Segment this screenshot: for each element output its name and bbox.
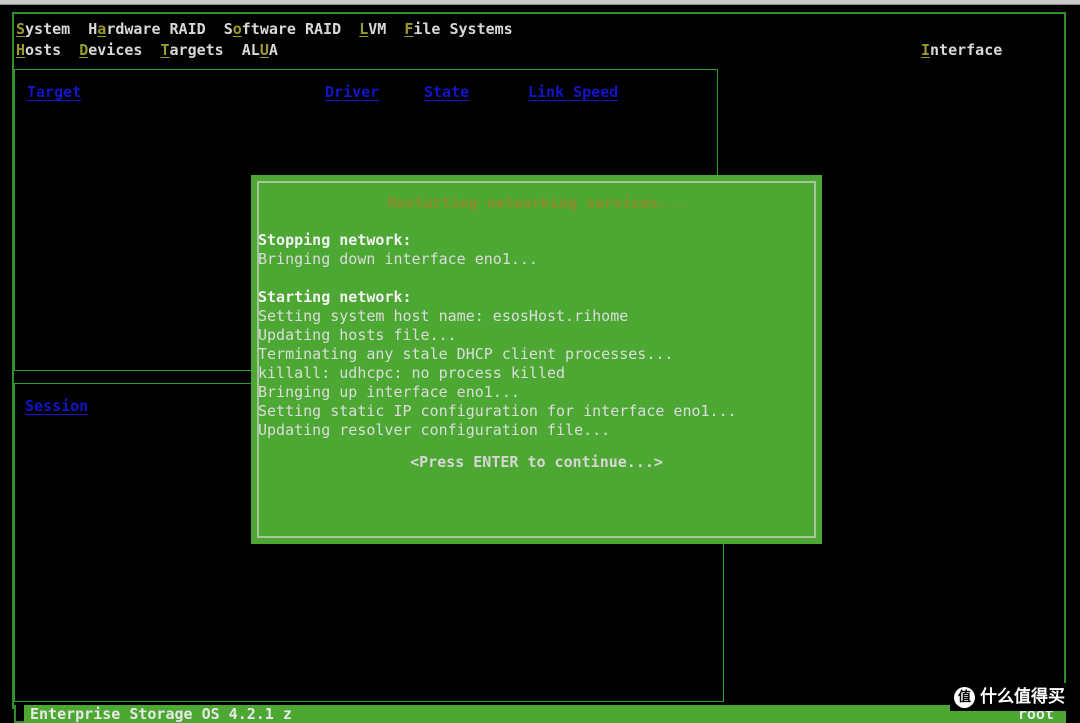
log-line: Bringing down interface eno1... (258, 250, 538, 268)
log-line: Updating resolver configuration file... (258, 421, 611, 439)
log-line: killall: udhcpc: no process killed (258, 364, 566, 382)
log-line: Stopping network: (258, 231, 412, 249)
menu-hotkey: D (79, 41, 89, 59)
menu-hotkey: L (359, 20, 369, 38)
menu-label-suffix: ile Systems (413, 20, 513, 38)
menu-label-suffix: ftware RAID (241, 20, 342, 38)
menu-hotkey: I (921, 41, 931, 59)
menu-label-suffix: evices (88, 41, 143, 59)
menu-hotkey: S (16, 20, 26, 38)
menu-item-file-systems[interactable]: File Systems (404, 19, 512, 40)
menu-item-alua[interactable]: ALUA (242, 40, 278, 61)
log-line: Bringing up interface eno1... (258, 383, 520, 401)
terminal-screen: System Hardware RAID Software RAID LVM F… (0, 5, 1080, 723)
menu-item-interface-label[interactable]: Interface (921, 40, 1002, 61)
log-line: Setting static IP configuration for inte… (258, 402, 737, 420)
log-line: Updating hosts file... (258, 326, 457, 344)
menu-row-secondary: Hosts Devices Targets ALUA (16, 40, 278, 61)
menu-label-suffix: ystem (25, 20, 71, 38)
restart-networking-dialog[interactable]: Restarting networking services... Stoppi… (251, 175, 822, 544)
log-line: Terminating any stale DHCP client proces… (258, 345, 674, 363)
menu-item-hardware-raid[interactable]: Hardware RAID (88, 19, 205, 40)
menu-hotkey: H (16, 41, 26, 59)
log-line: Starting network: (258, 288, 412, 306)
menu-label-prefix: AL (241, 41, 260, 59)
column-header-link-speed[interactable]: Link Speed (528, 83, 618, 102)
menu-item-lvm[interactable]: LVM (359, 19, 386, 40)
watermark: 值 什么值得买 (950, 683, 1069, 711)
menu-label-suffix: argets (169, 41, 224, 59)
menu-bar: System Hardware RAID Software RAID LVM F… (16, 19, 1062, 61)
menu-label-suffix: nterface (930, 41, 1003, 59)
menu-hotkey: a (97, 20, 107, 38)
status-bar: Enterprise Storage OS 4.2.1 z root (14, 705, 1066, 723)
menu-label-suffix: A (268, 41, 278, 59)
menu-item-system[interactable]: System (16, 19, 70, 40)
column-header-driver[interactable]: Driver (325, 83, 379, 102)
menu-label-prefix: H (88, 20, 98, 38)
menu-label-suffix: VM (368, 20, 387, 38)
menu-hotkey: o (232, 20, 242, 38)
menu-label-suffix: osts (25, 41, 62, 59)
watermark-label: 什么值得买 (980, 686, 1065, 707)
menu-item-hosts[interactable]: Hosts (16, 40, 61, 61)
column-header-target[interactable]: Target (27, 83, 81, 102)
dialog-log-output: Stopping network: Bringing down interface… (258, 231, 814, 440)
menu-item-devices[interactable]: Devices (79, 40, 142, 61)
menu-item-interface[interactable]: Interface (921, 40, 1002, 61)
watermark-logo-icon: 值 (954, 686, 975, 708)
menu-hotkey: T (160, 41, 170, 59)
status-bar-corner (14, 705, 24, 723)
dialog-continue-prompt[interactable]: <Press ENTER to continue...> (251, 453, 822, 472)
dialog-title: Restarting networking services... (387, 194, 686, 212)
column-header-session[interactable]: Session (25, 397, 88, 416)
menu-item-software-raid[interactable]: Software RAID (224, 19, 341, 40)
menu-hotkey: U (259, 41, 269, 59)
menu-item-targets[interactable]: Targets (161, 40, 224, 61)
log-line: Setting system host name: esosHost.rihom… (258, 307, 629, 325)
log-line-spacer (258, 269, 814, 288)
status-bar-product: Enterprise Storage OS 4.2.1 z (30, 705, 292, 723)
menu-label-suffix: rdware RAID (106, 20, 206, 38)
menu-row-primary: System Hardware RAID Software RAID LVM F… (16, 19, 513, 40)
column-header-state[interactable]: State (424, 83, 469, 102)
menu-label-prefix: S (223, 20, 233, 38)
